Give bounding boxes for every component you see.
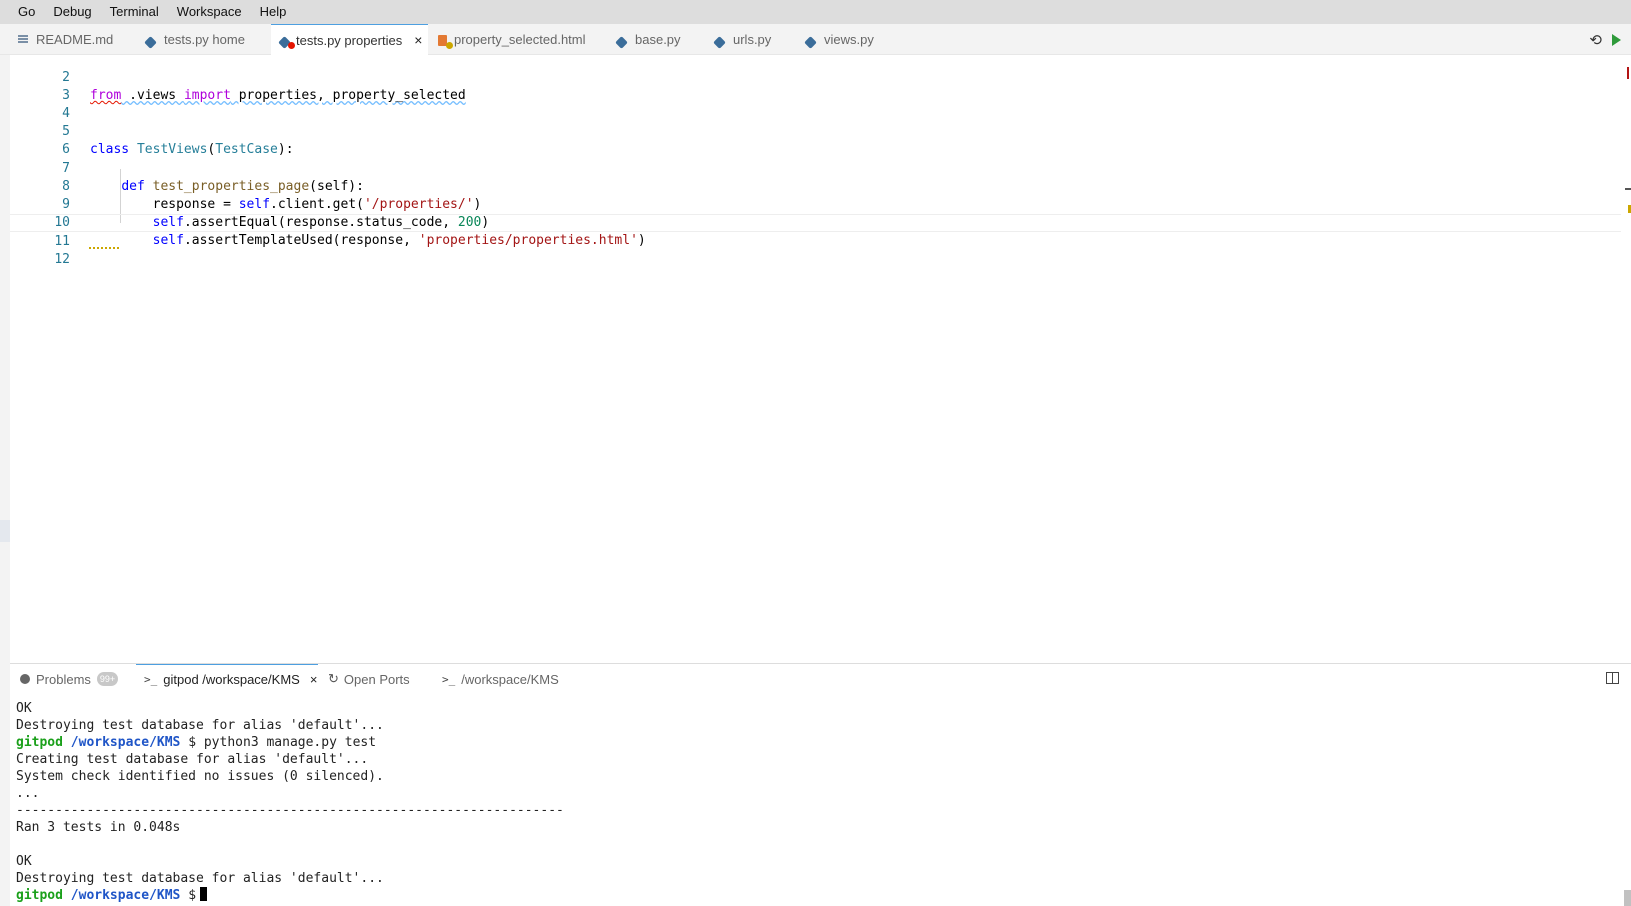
python-icon: [144, 35, 157, 49]
terminal-line: ----------------------------------------…: [16, 803, 564, 818]
menu-bar: Go Debug Terminal Workspace Help: [0, 0, 1631, 24]
code-line: 9 self.assertEqual(response.status_code,…: [10, 178, 1621, 230]
current-line: 11: [10, 214, 1621, 249]
tab-label: property_selected.html: [454, 32, 586, 47]
run-icon[interactable]: [1612, 33, 1621, 46]
terminal-line: OK: [16, 701, 32, 716]
terminal-cursor: [200, 887, 208, 901]
prompt-sign: $: [188, 888, 197, 903]
tab-label: README.md: [36, 32, 114, 47]
menu-debug[interactable]: Debug: [44, 0, 100, 24]
tab-label: base.py: [635, 32, 681, 47]
code-line: 12: [10, 233, 1621, 267]
terminal-line: System check identified no issues (0 sil…: [16, 769, 384, 784]
python-icon: [278, 35, 295, 49]
bottom-panel: Problems 99+ >_ gitpod /workspace/KMS × …: [10, 663, 1631, 906]
terminal-line: OK: [16, 854, 32, 869]
tab-label: gitpod /workspace/KMS: [163, 672, 300, 687]
prompt-user: gitpod: [16, 735, 63, 750]
prompt-path: /workspace/KMS: [70, 888, 181, 903]
info-icon: [20, 674, 30, 684]
menu-terminal[interactable]: Terminal: [101, 0, 168, 24]
code-line: 10 self.assertTemplateUsed(response, 'pr…: [10, 196, 1621, 248]
code-line: 6: [10, 123, 1621, 157]
tab-terminal-workspace[interactable]: >_ /workspace/KMS: [442, 664, 559, 694]
terminal-icon: >_: [144, 673, 158, 686]
code-editor[interactable]: 2 from .views import properties, propert…: [10, 55, 1631, 663]
python-icon: [804, 35, 817, 49]
activity-strip: [0, 55, 10, 906]
prompt-path: /workspace/KMS: [70, 735, 181, 750]
close-icon[interactable]: ×: [414, 32, 422, 48]
warning-badge-icon: [446, 41, 453, 49]
menu-go[interactable]: Go: [0, 0, 44, 24]
python-icon: [713, 35, 726, 49]
open-changes-icon[interactable]: ⟲: [1589, 31, 1602, 49]
tab-label: Problems: [36, 671, 91, 687]
tab-open-ports[interactable]: ↻ Open Ports: [328, 664, 410, 694]
python-icon: [615, 35, 628, 49]
terminal-line: Ran 3 tests in 0.048s: [16, 820, 181, 835]
error-badge-icon: [288, 42, 295, 49]
code-line: 2 from .views import properties, propert…: [10, 51, 1621, 103]
code-line: 7 def test_properties_page(self):: [10, 142, 1621, 194]
activity-indicator: [0, 520, 10, 542]
code-line: 3: [10, 69, 1621, 103]
terminal-line: ...: [16, 786, 40, 801]
overview-ruler-cursor: [1625, 188, 1631, 190]
tab-label: tests.py home: [164, 32, 245, 47]
code-line: 8 response = self.client.get('/propertie…: [10, 160, 1621, 212]
menu-help[interactable]: Help: [251, 0, 296, 24]
terminal-icon: >_: [442, 672, 456, 686]
overview-ruler-error: [1627, 67, 1629, 79]
prompt-sign: $: [188, 735, 197, 750]
terminal-output[interactable]: OK Destroying test database for alias 'd…: [16, 700, 1616, 904]
warning-squiggle: [89, 244, 119, 249]
close-icon[interactable]: ×: [310, 672, 318, 687]
terminal-line: Creating test database for alias 'defaul…: [16, 752, 369, 767]
tab-label: views.py: [824, 32, 874, 47]
refresh-icon: ↻: [328, 671, 339, 686]
terminal-line: Destroying test database for alias 'defa…: [16, 871, 384, 886]
markdown-icon: [18, 34, 28, 45]
tab-label: tests.py properties: [296, 32, 403, 48]
tab-label: urls.py: [733, 32, 772, 47]
tab-label: Open Ports: [343, 671, 410, 687]
terminal-command: python3 manage.py test: [203, 735, 377, 750]
prompt-user: gitpod: [16, 888, 63, 903]
code-line: 5 class TestViews(TestCase):: [10, 105, 1621, 157]
panel-tab-bar: Problems 99+ >_ gitpod /workspace/KMS × …: [10, 664, 1631, 694]
tab-label: /workspace/KMS: [461, 671, 559, 687]
tab-problems[interactable]: Problems 99+: [20, 664, 119, 694]
html-icon: [438, 34, 453, 49]
terminal-scrollbar[interactable]: [1624, 890, 1631, 906]
split-panel-icon[interactable]: [1606, 672, 1619, 684]
problems-count-badge: 99+: [96, 672, 119, 686]
menu-workspace[interactable]: Workspace: [168, 0, 251, 24]
terminal-prompt-line: gitpod /workspace/KMS $: [16, 887, 1616, 904]
tab-terminal-gitpod[interactable]: >_ gitpod /workspace/KMS ×: [136, 664, 318, 694]
line-number: 12: [54, 252, 70, 267]
terminal-line: Destroying test database for alias 'defa…: [16, 718, 384, 733]
terminal-prompt-line: gitpod /workspace/KMS $ python3 manage.p…: [16, 734, 1616, 751]
code-line: 4: [10, 87, 1621, 121]
